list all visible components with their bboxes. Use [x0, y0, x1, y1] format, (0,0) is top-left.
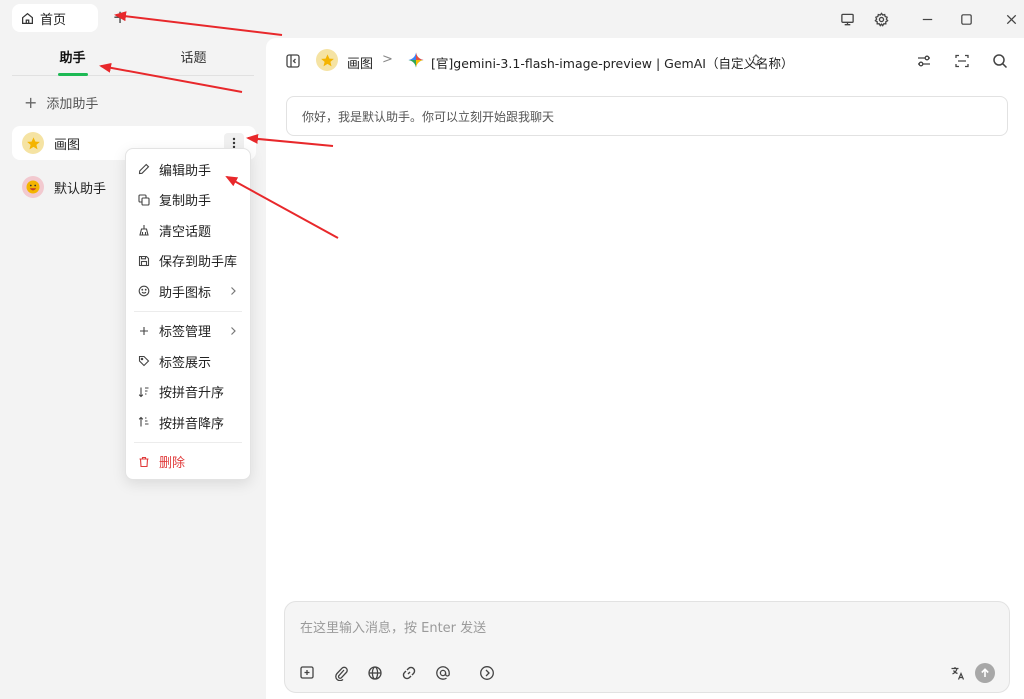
welcome-message: 你好，我是默认助手。你可以立刻开始跟我聊天: [286, 96, 1008, 136]
menu-divider: [134, 310, 242, 312]
menu-item-label: 复制助手: [159, 194, 212, 210]
scan-icon: [955, 54, 969, 68]
menu-divider: [134, 441, 242, 443]
mention-button[interactable]: [433, 663, 453, 683]
chat-panel: 画图 > [官]gemini-3.1-flash-image-preview |…: [266, 38, 1024, 699]
arrow-up-icon: [981, 668, 989, 677]
menu-item-label: 按拼音升序: [159, 386, 225, 402]
maximize-icon: [960, 13, 972, 25]
new-topic-icon: [300, 666, 314, 679]
settings-sliders-button[interactable]: [914, 51, 934, 71]
toggle-sidebar-button[interactable]: [283, 51, 303, 71]
menu-item-tag-display[interactable]: 标签展示: [126, 346, 250, 377]
chat-header: 画图 > [官]gemini-3.1-flash-image-preview |…: [266, 38, 1024, 84]
broom-icon: [139, 225, 149, 236]
tab-assistants[interactable]: 助手: [12, 38, 133, 76]
tab-topics[interactable]: 话题: [133, 38, 254, 75]
send-button[interactable]: [975, 663, 995, 683]
chevron-up-down-icon[interactable]: [750, 52, 762, 68]
add-assistant-button[interactable]: + 添加助手: [24, 93, 98, 112]
menu-item-assistant-icon[interactable]: 助手图标: [126, 276, 250, 307]
settings-button[interactable]: [868, 7, 894, 31]
pencil-icon: [138, 163, 150, 175]
menu-item-tag-management[interactable]: 标签管理: [126, 316, 250, 347]
home-tab-label: 首页: [40, 12, 67, 28]
at-sign-icon: [436, 666, 450, 680]
tag-icon: [138, 356, 150, 367]
home-icon: [22, 12, 33, 24]
monitor-icon: [840, 13, 854, 25]
close-icon: [1006, 14, 1016, 24]
menu-item-label: 按拼音降序: [159, 416, 225, 432]
title-bar: 首页 +: [0, 0, 1024, 38]
search-icon: [993, 54, 1008, 69]
menu-item-label: 清空话题: [159, 224, 212, 240]
menu-item-save-to-library[interactable]: 保存到助手库: [126, 246, 250, 277]
chevron-right-icon: [231, 287, 236, 295]
home-tab[interactable]: 首页: [12, 4, 98, 32]
gear-icon: [873, 11, 889, 27]
save-icon: [138, 255, 150, 266]
link-button[interactable]: [399, 663, 419, 683]
breadcrumb-separator: >: [382, 52, 393, 67]
plus-icon: +: [24, 92, 38, 112]
minimize-icon: [922, 18, 932, 20]
menu-item-label: 保存到助手库: [159, 255, 238, 271]
expand-tools-button[interactable]: [477, 663, 497, 683]
sort-desc-icon: [138, 416, 149, 427]
model-selector[interactable]: [官]gemini-3.1-flash-image-preview | GemA…: [431, 53, 793, 72]
menu-item-label: 标签管理: [159, 325, 212, 341]
assistant-name: 默认助手: [54, 181, 107, 197]
web-search-button[interactable]: [365, 663, 385, 683]
menu-item-label: 删除: [159, 456, 186, 472]
new-topic-button[interactable]: [297, 663, 317, 683]
message-input[interactable]: 在这里输入消息，按 Enter 发送: [284, 601, 1010, 693]
display-button[interactable]: [834, 7, 860, 31]
menu-item-clear-topics[interactable]: 清空话题: [126, 215, 250, 246]
chevron-right-circle-icon: [480, 666, 494, 680]
add-assistant-label: 添加助手: [46, 97, 99, 112]
sidebar-collapse-icon: [286, 54, 300, 68]
plus-icon: [140, 326, 148, 335]
gemini-icon: [408, 52, 424, 68]
copy-icon: [138, 194, 150, 206]
sidebar-tabs: 助手 话题: [12, 38, 254, 76]
star-icon: [316, 49, 338, 71]
sort-asc-icon: [138, 387, 149, 398]
search-button[interactable]: [990, 51, 1010, 71]
trash-icon: [139, 456, 149, 467]
assistant-context-menu: 编辑助手 复制助手 清空话题 保存到助手库 助手图标 标签管理 标签展示 按拼音…: [125, 148, 251, 480]
translate-icon: [951, 667, 965, 680]
translate-button[interactable]: [948, 663, 968, 683]
menu-item-copy-assistant[interactable]: 复制助手: [126, 185, 250, 216]
maximize-button[interactable]: [953, 7, 979, 31]
menu-item-label: 编辑助手: [159, 163, 212, 179]
menu-item-delete[interactable]: 删除: [126, 447, 250, 478]
assistant-name: 画图: [54, 137, 81, 153]
chevron-right-icon: [231, 326, 236, 335]
menu-item-sort-pinyin-desc[interactable]: 按拼音降序: [126, 407, 250, 438]
smile-icon: [138, 285, 150, 297]
menu-item-label: 标签展示: [159, 355, 212, 371]
menu-item-edit-assistant[interactable]: 编辑助手: [126, 154, 250, 185]
breadcrumb-assistant[interactable]: 画图: [347, 53, 373, 72]
minimize-button[interactable]: [914, 7, 940, 31]
menu-item-sort-pinyin-asc[interactable]: 按拼音升序: [126, 377, 250, 408]
close-button[interactable]: [998, 7, 1024, 31]
attach-button[interactable]: [331, 663, 351, 683]
input-placeholder: 在这里输入消息，按 Enter 发送: [300, 621, 487, 636]
sliders-icon: [918, 55, 930, 67]
add-tab-button[interactable]: +: [110, 8, 130, 28]
star-icon: [22, 132, 44, 154]
menu-item-label: 助手图标: [159, 285, 212, 301]
paperclip-icon: [335, 666, 348, 681]
link-icon: [402, 666, 416, 680]
globe-icon: [368, 666, 382, 680]
smile-face-icon: [22, 176, 44, 198]
scan-button[interactable]: [952, 51, 972, 71]
